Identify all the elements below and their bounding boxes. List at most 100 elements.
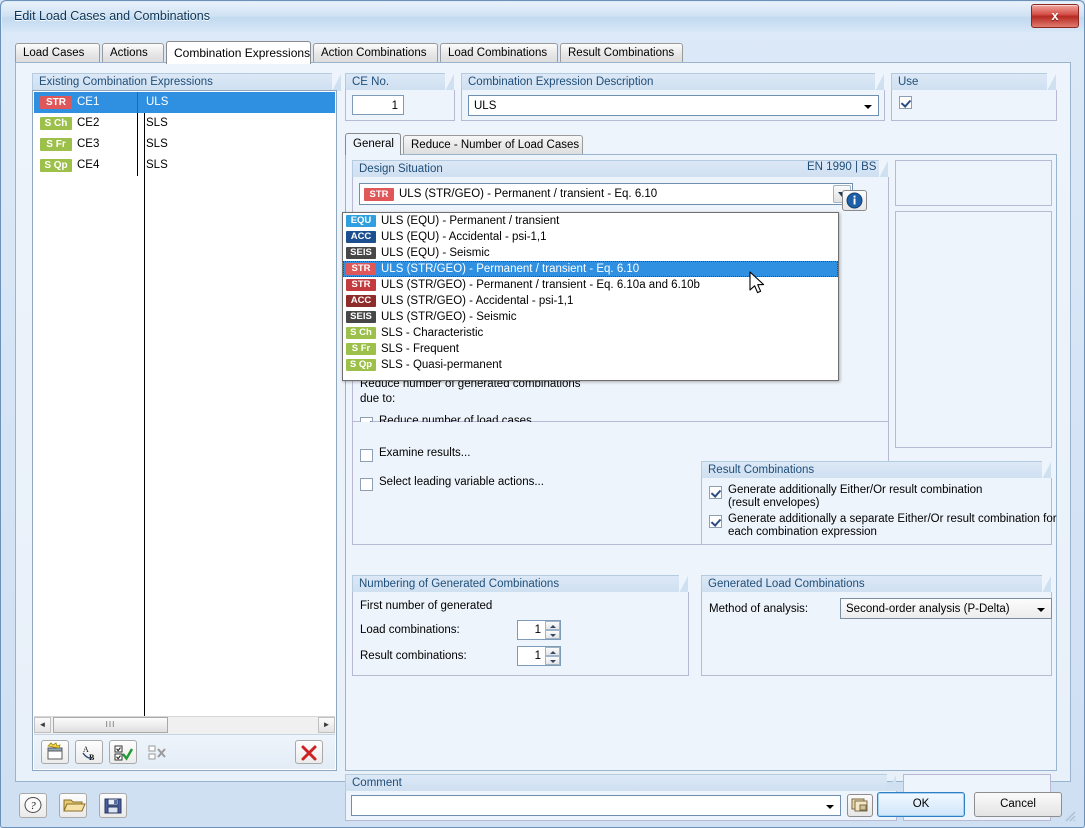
tab-page-combination-expressions: Existing Combination Expressions STR CE1 U… <box>15 62 1071 821</box>
ce-no-body: 1 <box>345 90 455 121</box>
load-combinations-stepper[interactable]: 1 <box>517 620 561 640</box>
list-column-divider <box>144 93 145 732</box>
close-button[interactable]: x <box>1031 4 1079 28</box>
new-item-icon <box>47 742 63 760</box>
new-combination-expression-button[interactable] <box>41 740 69 764</box>
dropdown-option[interactable]: EQU ULS (EQU) - Permanent / transient <box>343 213 838 229</box>
option-label: SLS - Quasi-permanent <box>381 359 502 371</box>
table-row[interactable]: S Fr CE3 SLS <box>34 134 335 155</box>
option-label: ULS (STR/GEO) - Permanent / transient - … <box>381 279 700 291</box>
window-title: Edit Load Cases and Combinations <box>14 9 210 23</box>
main-tab-strip: Load Cases Actions Combination Expressio… <box>15 41 1071 64</box>
ce-no-header: CE No. <box>345 73 454 91</box>
option-badge: SEIS <box>346 247 376 259</box>
examine-results-checkbox[interactable] <box>360 449 373 462</box>
tab-actions[interactable]: Actions <box>102 43 164 63</box>
dropdown-option[interactable]: ACC ULS (STR/GEO) - Accidental - psi-1,1 <box>343 293 838 309</box>
resize-grip-icon[interactable] <box>1062 808 1076 822</box>
generate-either-or-checkbox[interactable] <box>709 486 722 499</box>
inner-tab-strip: General Reduce - Number of Load Cases <box>345 133 1057 155</box>
generate-either-or-label-line2: (result envelopes) <box>728 497 820 509</box>
option-badge: S Fr <box>346 343 376 355</box>
open-button[interactable] <box>59 793 87 818</box>
method-of-analysis-label: Method of analysis: <box>709 603 809 615</box>
dropdown-option[interactable]: S Qp SLS - Quasi-permanent <box>343 357 838 373</box>
table-row[interactable]: STR CE1 ULS <box>34 92 335 113</box>
result-combinations-stepper[interactable]: 1 <box>517 646 561 666</box>
tab-general[interactable]: General <box>345 133 401 155</box>
right-empty-panel-main <box>895 211 1052 448</box>
option-label: ULS (STR/GEO) - Permanent / transient - … <box>381 263 640 275</box>
tab-load-cases[interactable]: Load Cases <box>15 43 100 63</box>
tab-action-combinations[interactable]: Action Combinations <box>313 43 438 63</box>
design-situation-info-button[interactable] <box>842 190 867 211</box>
deselect-all-button[interactable] <box>143 740 171 764</box>
dropdown-option[interactable]: SEIS ULS (EQU) - Seismic <box>343 245 838 261</box>
stepper-up-icon[interactable] <box>545 647 560 656</box>
dropdown-option[interactable]: S Fr SLS - Frequent <box>343 341 838 357</box>
method-of-analysis-value: Second-order analysis (P-Delta) <box>846 603 1010 615</box>
row-description: ULS <box>137 92 327 113</box>
select-all-button[interactable] <box>109 740 137 764</box>
row-description: SLS <box>137 113 327 134</box>
help-button[interactable]: ? <box>19 793 47 818</box>
option-label: ULS (EQU) - Permanent / transient <box>381 215 560 227</box>
design-situation-badge: STR <box>364 188 394 201</box>
svg-text:?: ? <box>30 800 36 812</box>
delete-button[interactable] <box>295 740 323 764</box>
method-of-analysis-combo[interactable]: Second-order analysis (P-Delta) <box>840 598 1052 619</box>
description-combo[interactable]: ULS <box>468 95 879 116</box>
info-icon <box>846 192 863 209</box>
description-group: Combination Expression Description ULS <box>461 73 885 121</box>
tab-reduce-number-of-load-cases[interactable]: Reduce - Number of Load Cases <box>403 135 583 155</box>
ok-button[interactable]: OK <box>877 792 965 817</box>
use-group: Use <box>891 73 1057 121</box>
description-body: ULS <box>461 90 885 121</box>
row-name: CE1 <box>77 96 100 108</box>
list-horizontal-scrollbar[interactable]: ◄ III ► <box>34 716 335 734</box>
dropdown-option[interactable]: S Ch SLS - Characteristic <box>343 325 838 341</box>
option-label: ULS (EQU) - Accidental - psi-1,1 <box>381 231 547 243</box>
ce-no-input[interactable]: 1 <box>352 95 404 115</box>
stepper-down-icon[interactable] <box>545 630 560 639</box>
generated-load-combinations-body: Method of analysis: Second-order analysi… <box>701 592 1052 676</box>
save-button[interactable] <box>99 793 127 818</box>
select-leading-variable-actions-label: Select leading variable actions... <box>379 476 544 488</box>
dropdown-option-selected[interactable]: STR ULS (STR/GEO) - Permanent / transient… <box>343 261 838 277</box>
open-folder-icon <box>63 799 86 812</box>
table-row[interactable]: S Ch CE2 SLS <box>34 113 335 134</box>
title-bar: Edit Load Cases and Combinations x <box>2 2 1084 32</box>
tab-combination-expressions[interactable]: Combination Expressions <box>166 41 311 64</box>
scroll-left-icon[interactable]: ◄ <box>34 717 51 733</box>
chevron-down-icon[interactable] <box>1032 600 1050 617</box>
select-leading-variable-actions-checkbox[interactable] <box>360 478 373 491</box>
design-situation-dropdown-list[interactable]: EQU ULS (EQU) - Permanent / transient ACC… <box>342 212 839 381</box>
combination-expression-list[interactable]: STR CE1 ULS S Ch CE2 SLS S Fr CE3 SLS S Qp CE4 S… <box>34 92 335 732</box>
deselect-all-icon <box>148 745 166 760</box>
numbering-body: First number of generated Load combinati… <box>352 592 689 676</box>
dropdown-option[interactable]: STR ULS (STR/GEO) - Permanent / transient… <box>343 277 838 293</box>
table-row[interactable]: S Qp CE4 SLS <box>34 155 335 176</box>
tab-result-combinations[interactable]: Result Combinations <box>560 43 683 63</box>
use-checkbox[interactable] <box>899 96 912 109</box>
stepper-up-icon[interactable] <box>545 621 560 630</box>
use-body <box>891 90 1057 121</box>
scroll-right-icon[interactable]: ► <box>318 717 335 733</box>
design-situation-combo[interactable]: STR ULS (STR/GEO) - Permanent / transien… <box>359 183 853 205</box>
generate-separate-either-or-label-line2: each combination expression <box>728 526 877 538</box>
dropdown-option[interactable]: ACC ULS (EQU) - Accidental - psi-1,1 <box>343 229 838 245</box>
chevron-down-icon[interactable] <box>859 97 877 114</box>
tab-load-combinations[interactable]: Load Combinations <box>440 43 558 63</box>
save-disk-icon <box>104 798 122 814</box>
result-combinations-value: 1 <box>534 650 541 662</box>
rename-button[interactable]: A B <box>75 740 103 764</box>
generate-separate-either-or-checkbox[interactable] <box>709 515 722 528</box>
numbering-group: Numbering of Generated Combinations Firs… <box>352 575 689 676</box>
design-situation-badge: STR <box>40 96 72 109</box>
rename-ab-icon: A B <box>82 745 95 762</box>
dropdown-option[interactable]: SEIS ULS (STR/GEO) - Seismic <box>343 309 838 325</box>
numbering-header: Numbering of Generated Combinations <box>352 575 688 593</box>
cancel-button[interactable]: Cancel <box>974 792 1062 817</box>
stepper-down-icon[interactable] <box>545 656 560 665</box>
scrollbar-thumb[interactable]: III <box>53 717 168 733</box>
